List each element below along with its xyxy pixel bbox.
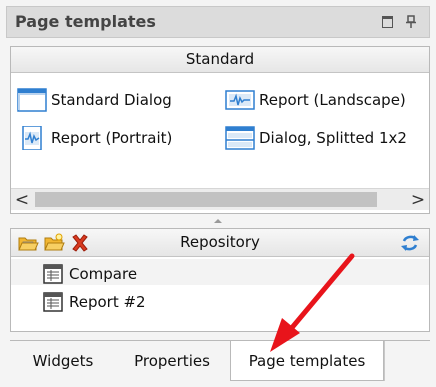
restore-icon[interactable] (379, 14, 395, 30)
scrollbar-thumb[interactable] (35, 192, 377, 207)
template-label: Report (Landscape) (259, 91, 406, 109)
dialog-template-icon (17, 88, 47, 112)
template-standard-dialog[interactable]: Standard Dialog (17, 86, 172, 114)
dialog-split-icon (225, 126, 255, 150)
template-label: Standard Dialog (51, 91, 172, 109)
panel-splitter[interactable] (0, 216, 436, 226)
panel-title: Page templates (15, 12, 156, 31)
report-portrait-icon (22, 126, 42, 150)
repository-item-report-2[interactable]: Report #2 (43, 289, 146, 315)
repository-item-label: Report #2 (69, 293, 146, 311)
splitter-grip-icon (214, 219, 222, 223)
template-report-portrait[interactable]: Report (Portrait) (17, 124, 172, 152)
tab-properties[interactable]: Properties (116, 341, 228, 381)
repository-toolbar: Repository (11, 229, 429, 257)
refresh-icon[interactable] (399, 232, 421, 254)
templates-list: Standard Standard Dialog Report (Landsca… (10, 46, 430, 214)
page-icon (43, 292, 63, 312)
delete-icon[interactable] (69, 232, 91, 254)
tab-strip-filler (384, 341, 430, 381)
template-dialog-splitted[interactable]: Dialog, Splitted 1x2 (225, 124, 407, 152)
panel-title-bar[interactable]: Page templates (6, 6, 430, 38)
template-label: Dialog, Splitted 1x2 (259, 129, 407, 147)
repository-item-compare[interactable]: Compare (43, 261, 137, 287)
repository-panel: Repository Compare Report #2 (10, 228, 430, 332)
report-landscape-icon (225, 90, 255, 110)
page-icon (43, 264, 63, 284)
tab-page-templates[interactable]: Page templates (230, 341, 384, 381)
pin-icon[interactable] (403, 14, 419, 30)
template-label: Report (Portrait) (51, 129, 173, 147)
horizontal-scrollbar[interactable]: < > (11, 188, 429, 210)
repository-item-label: Compare (69, 265, 138, 283)
template-report-landscape[interactable]: Report (Landscape) (225, 86, 406, 114)
tab-widgets[interactable]: Widgets (10, 341, 116, 381)
new-folder-icon[interactable] (43, 232, 65, 254)
page-templates-panel: Page templates Standard Standard Dialog (0, 0, 436, 387)
scroll-left-button[interactable]: < (11, 189, 33, 210)
scroll-right-button[interactable]: > (407, 189, 429, 210)
open-folder-icon[interactable] (17, 232, 39, 254)
panel-tab-strip: Widgets Properties Page templates (10, 340, 430, 381)
templates-group-header[interactable]: Standard (11, 47, 429, 73)
